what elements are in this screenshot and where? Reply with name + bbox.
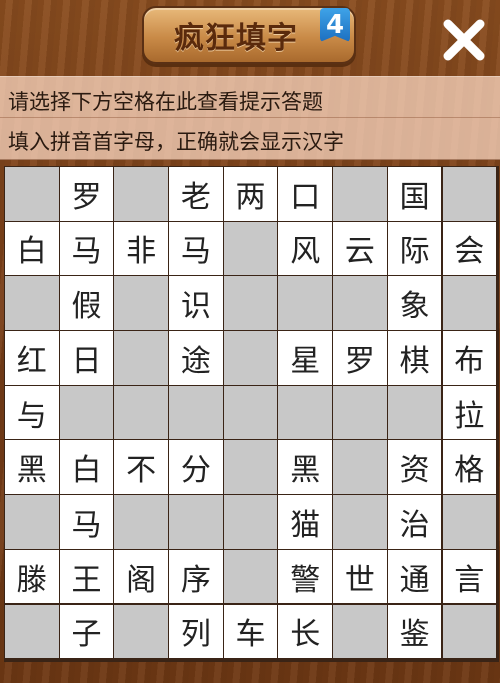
grid-cell[interactable]: 象 — [387, 276, 442, 330]
grid-cell-blocked — [333, 385, 387, 440]
grid-cell[interactable]: 国 — [387, 167, 442, 221]
grid-cell[interactable]: 不 — [114, 440, 168, 494]
grid-cell[interactable]: 途 — [169, 331, 223, 385]
grid-cell[interactable]: 罗 — [333, 331, 387, 385]
header-bar: 疯狂填字 4 — [0, 0, 500, 76]
close-x-icon — [443, 19, 485, 61]
grid-cell[interactable]: 红 — [5, 331, 59, 385]
grid-cell[interactable]: 云 — [333, 221, 387, 276]
grid-cell-blocked — [223, 331, 278, 385]
grid-cell-blocked — [442, 276, 496, 330]
grid-cell[interactable]: 王 — [59, 549, 114, 604]
grid-cell-blocked — [114, 495, 168, 549]
close-button[interactable] — [436, 12, 492, 68]
grid-cell-blocked — [223, 276, 278, 330]
grid-cell-blocked — [442, 604, 496, 658]
grid-cell[interactable]: 白 — [5, 221, 59, 276]
grid-cell[interactable]: 分 — [169, 440, 223, 494]
grid-cell[interactable]: 阁 — [114, 549, 168, 604]
grid-cell[interactable]: 拉 — [442, 385, 496, 440]
grid-cell-blocked — [114, 331, 168, 385]
grid-cell[interactable]: 资 — [387, 440, 442, 494]
hint-line-1: 请选择下方空格在此查看提示答题 — [8, 90, 323, 114]
grid-cell-blocked — [169, 495, 223, 549]
grid-cell-blocked — [333, 604, 387, 658]
grid-cell[interactable]: 黑 — [278, 440, 332, 494]
grid-cell[interactable]: 风 — [278, 221, 332, 276]
grid-cell[interactable]: 口 — [278, 167, 332, 221]
grid-cell[interactable]: 通 — [387, 549, 442, 604]
grid-cell-blocked — [5, 495, 59, 549]
grid-cell[interactable]: 布 — [442, 331, 496, 385]
grid-cell-blocked — [5, 276, 59, 330]
game-title: 疯狂填字 — [174, 21, 298, 56]
crossword-grid: 罗老两口国白马非马风云际会假识象红日途星罗棋布与拉黑白不分黑资格马猫治滕王阁序警… — [5, 167, 498, 658]
grid-cell[interactable]: 格 — [442, 440, 496, 494]
grid-cell-blocked — [333, 440, 387, 494]
grid-cell[interactable]: 猫 — [278, 495, 332, 549]
grid-cell[interactable]: 子 — [59, 604, 114, 658]
grid-cell-blocked — [114, 604, 168, 658]
grid-cell-blocked — [169, 385, 223, 440]
hint-panel: 请选择下方空格在此查看提示答题 填入拼音首字母，正确就会显示汉字 — [0, 76, 500, 160]
grid-cell-blocked — [223, 549, 278, 604]
grid-cell[interactable]: 车 — [223, 604, 278, 658]
grid-cell[interactable]: 与 — [5, 385, 59, 440]
grid-cell-blocked — [223, 495, 278, 549]
grid-cell[interactable]: 言 — [442, 549, 496, 604]
grid-cell[interactable]: 序 — [169, 549, 223, 604]
grid-cell[interactable]: 非 — [114, 221, 168, 276]
grid-cell-blocked — [333, 495, 387, 549]
grid-cell-blocked — [442, 495, 496, 549]
grid-cell[interactable]: 星 — [278, 331, 332, 385]
grid-cell-blocked — [114, 276, 168, 330]
grid-cell[interactable]: 际 — [387, 221, 442, 276]
grid-cell[interactable]: 两 — [223, 167, 278, 221]
grid-cell[interactable]: 警 — [278, 549, 332, 604]
grid-cell[interactable]: 马 — [59, 221, 114, 276]
grid-cell-blocked — [5, 604, 59, 658]
grid-cell[interactable]: 会 — [442, 221, 496, 276]
grid-cell-blocked — [223, 385, 278, 440]
grid-cell[interactable]: 马 — [59, 495, 114, 549]
grid-cell[interactable]: 滕 — [5, 549, 59, 604]
grid-cell[interactable]: 识 — [169, 276, 223, 330]
grid-cell[interactable]: 列 — [169, 604, 223, 658]
grid-cell[interactable]: 马 — [169, 221, 223, 276]
grid-cell-blocked — [442, 167, 496, 221]
grid-cell-blocked — [333, 276, 387, 330]
grid-cell-blocked — [278, 385, 332, 440]
grid-cell[interactable]: 长 — [278, 604, 332, 658]
grid-cell-blocked — [5, 167, 59, 221]
grid-cell-blocked — [278, 276, 332, 330]
grid-cell[interactable]: 假 — [59, 276, 114, 330]
crossword-board: 罗老两口国白马非马风云际会假识象红日途星罗棋布与拉黑白不分黑资格马猫治滕王阁序警… — [4, 166, 499, 662]
grid-cell[interactable]: 世 — [333, 549, 387, 604]
grid-cell[interactable]: 罗 — [59, 167, 114, 221]
grid-cell[interactable]: 鉴 — [387, 604, 442, 658]
grid-cell-blocked — [387, 385, 442, 440]
hint-line-2: 填入拼音首字母，正确就会显示汉字 — [8, 130, 344, 154]
grid-cell[interactable]: 老 — [169, 167, 223, 221]
grid-cell-blocked — [223, 221, 278, 276]
hint-divider — [0, 117, 500, 118]
grid-cell[interactable]: 棋 — [387, 331, 442, 385]
grid-cell[interactable]: 治 — [387, 495, 442, 549]
grid-cell[interactable]: 白 — [59, 440, 114, 494]
grid-cell-blocked — [333, 167, 387, 221]
grid-cell-blocked — [223, 440, 278, 494]
grid-cell[interactable]: 黑 — [5, 440, 59, 494]
grid-cell-blocked — [114, 385, 168, 440]
grid-cell[interactable]: 日 — [59, 331, 114, 385]
grid-cell-blocked — [114, 167, 168, 221]
grid-cell-blocked — [59, 385, 114, 440]
